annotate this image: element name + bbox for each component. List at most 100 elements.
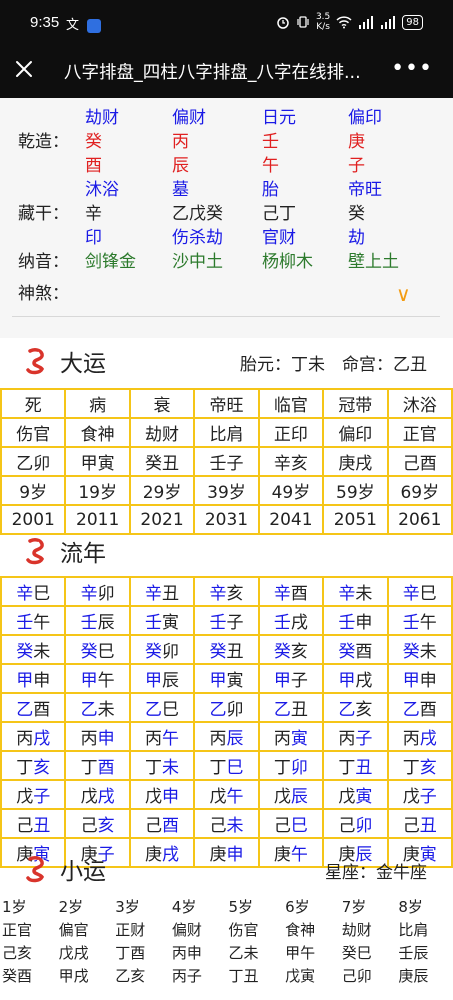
liunian-cell: 戊寅	[322, 779, 389, 810]
xiaoyun-cell: 食神	[285, 921, 316, 939]
dayun-cell: 死	[0, 388, 67, 419]
dizhi-4: 子	[348, 156, 365, 176]
liunian-stem: 甲	[80, 671, 98, 691]
liunian-branch: 巳	[290, 816, 308, 836]
liunian-stem: 壬	[209, 613, 227, 633]
liunian-row: 己丑 己亥 己酉 己未 己巳 己卯 己丑	[0, 808, 453, 839]
liunian-stem: 丁	[209, 758, 227, 778]
nayin-label: 纳音：	[18, 252, 69, 272]
liunian-title: 流年	[60, 541, 106, 567]
liunian-branch: 寅	[226, 671, 244, 691]
liunian-stem: 己	[338, 816, 356, 836]
liunian-stem: 辛	[16, 584, 34, 604]
liunian-branch: 亥	[290, 642, 308, 662]
canggan-row: 藏干： 辛 乙戊癸 己丁 癸	[0, 202, 453, 226]
qianzao-label: 乾造：	[18, 132, 69, 152]
liunian-cell: 丁卯	[257, 750, 325, 781]
xiaoyun-title: 小运	[60, 859, 106, 885]
liunian-stem: 壬	[402, 613, 420, 633]
liunian-stem: 辛	[338, 584, 356, 604]
liunian-stem: 壬	[80, 613, 98, 633]
liunian-cell: 甲寅	[193, 663, 260, 694]
liunian-row: 甲申 甲午 甲辰 甲寅 甲子 甲戌 甲申	[0, 663, 453, 694]
dayun-cell: 庚戌	[322, 446, 389, 477]
xiaoyun-table: 1岁 2岁 3岁 4岁 5岁 6岁 7岁 8岁 正官 偏官 正财 偏财 伤官 食神 劫财 比肩 己亥 戊戌 丁酉 丙申…	[0, 896, 453, 988]
xiaoyun-cell: 甲午	[285, 944, 316, 962]
xiaoyun-cell: 乙亥	[115, 967, 146, 985]
xiaoyun-cell: 偏财	[171, 921, 202, 939]
nayin-3: 杨柳木	[262, 252, 313, 272]
liunian-branch: 未	[33, 642, 51, 662]
liunian-stem: 己	[209, 816, 227, 836]
liunian-stem: 丁	[402, 758, 420, 778]
liunian-branch: 戌	[33, 729, 51, 749]
liunian-branch: 酉	[162, 816, 180, 836]
liunian-branch: 酉	[290, 584, 308, 604]
liunian-cell: 己丑	[386, 808, 453, 839]
xiaoyun-cell: 乙未	[228, 944, 259, 962]
changsheng-1: 沐浴	[85, 180, 119, 200]
dayun-cell: 帝旺	[193, 388, 260, 419]
close-icon[interactable]	[10, 55, 38, 83]
liunian-branch: 酉	[97, 758, 115, 778]
liunian-branch: 酉	[33, 700, 51, 720]
dayun-cell: 临官	[257, 388, 325, 419]
liunian-row: 丙戌 丙申 丙午 丙辰 丙寅 丙子 丙戌	[0, 721, 453, 752]
liunian-stem: 甲	[402, 671, 420, 691]
liunian-stem: 己	[402, 816, 420, 836]
liunian-stem: 壬	[273, 613, 291, 633]
app-notification-icon	[87, 18, 102, 33]
expand-chevron-icon[interactable]: ∨	[396, 282, 411, 306]
liunian-stem: 丙	[80, 729, 98, 749]
liunian-cell: 己卯	[322, 808, 389, 839]
liunian-cell: 己亥	[64, 808, 131, 839]
dayun-cell: 49岁	[257, 475, 325, 506]
xiaoyun-cell: 正官	[2, 921, 33, 939]
liunian-branch: 辰	[290, 787, 308, 807]
dragon-icon	[26, 348, 45, 375]
liunian-branch: 卯	[290, 758, 308, 778]
dayun-cell: 39岁	[193, 475, 260, 506]
liunian-cell: 丙寅	[257, 721, 325, 752]
liunian-stem: 丙	[145, 729, 163, 749]
liunian-cell: 癸亥	[257, 634, 325, 665]
dayun-row: 伤官 食神 劫财 比肩 正印 偏印 正官	[0, 417, 453, 448]
liunian-branch: 未	[162, 758, 180, 778]
liunian-stem: 乙	[338, 700, 356, 720]
canggan-label: 藏干：	[18, 204, 69, 224]
xiaoyun-header: 小运 星座：金牛座	[0, 846, 453, 892]
dayun-row: 乙卯 甲寅 癸丑 壬子 辛亥 庚戌 己酉	[0, 446, 453, 477]
liunian-cell: 辛巳	[0, 576, 67, 607]
xiaoyun-cell: 甲戌	[58, 967, 89, 985]
liunian-cell: 丁未	[128, 750, 196, 781]
liunian-branch: 戌	[97, 787, 115, 807]
more-icon[interactable]: •••	[391, 58, 433, 80]
dizhi-2: 辰	[172, 156, 189, 176]
dayun-cell: 正印	[257, 417, 325, 448]
changsheng-3: 胎	[262, 180, 279, 200]
liunian-header: 流年	[0, 528, 453, 574]
liunian-cell: 辛巳	[386, 576, 453, 607]
liunian-cell: 丁丑	[322, 750, 389, 781]
xiaoyun-cell: 3岁	[115, 898, 140, 916]
liunian-branch: 午	[226, 787, 244, 807]
liunian-stem: 癸	[402, 642, 420, 662]
status-left-icons: 文	[66, 14, 102, 33]
changsheng-2: 墓	[172, 180, 189, 200]
liunian-stem: 丁	[338, 758, 356, 778]
xiaoyun-cell: 正财	[115, 921, 146, 939]
dayun-row: 死病衰帝旺 临官 冠带 沐浴	[0, 388, 453, 419]
dayun-cell: 比肩	[193, 417, 260, 448]
liunian-stem: 戊	[16, 787, 34, 807]
liunian-cell: 癸丑	[193, 634, 260, 665]
xiaoyun-cell: 丙子	[171, 967, 202, 985]
liunian-stem: 壬	[16, 613, 34, 633]
canggan-shishen-4: 劫	[348, 228, 365, 248]
dayun-row: 9岁 19岁 29岁 39岁 49岁 59岁 69岁	[0, 475, 453, 506]
liunian-branch: 申	[162, 787, 180, 807]
liunian-cell: 甲辰	[128, 663, 196, 694]
liunian-cell: 壬子	[193, 605, 260, 636]
xiaoyun-cell: 7岁	[341, 898, 367, 916]
dayun-cell: 69岁	[386, 475, 453, 506]
signal-icon-1	[359, 15, 374, 29]
